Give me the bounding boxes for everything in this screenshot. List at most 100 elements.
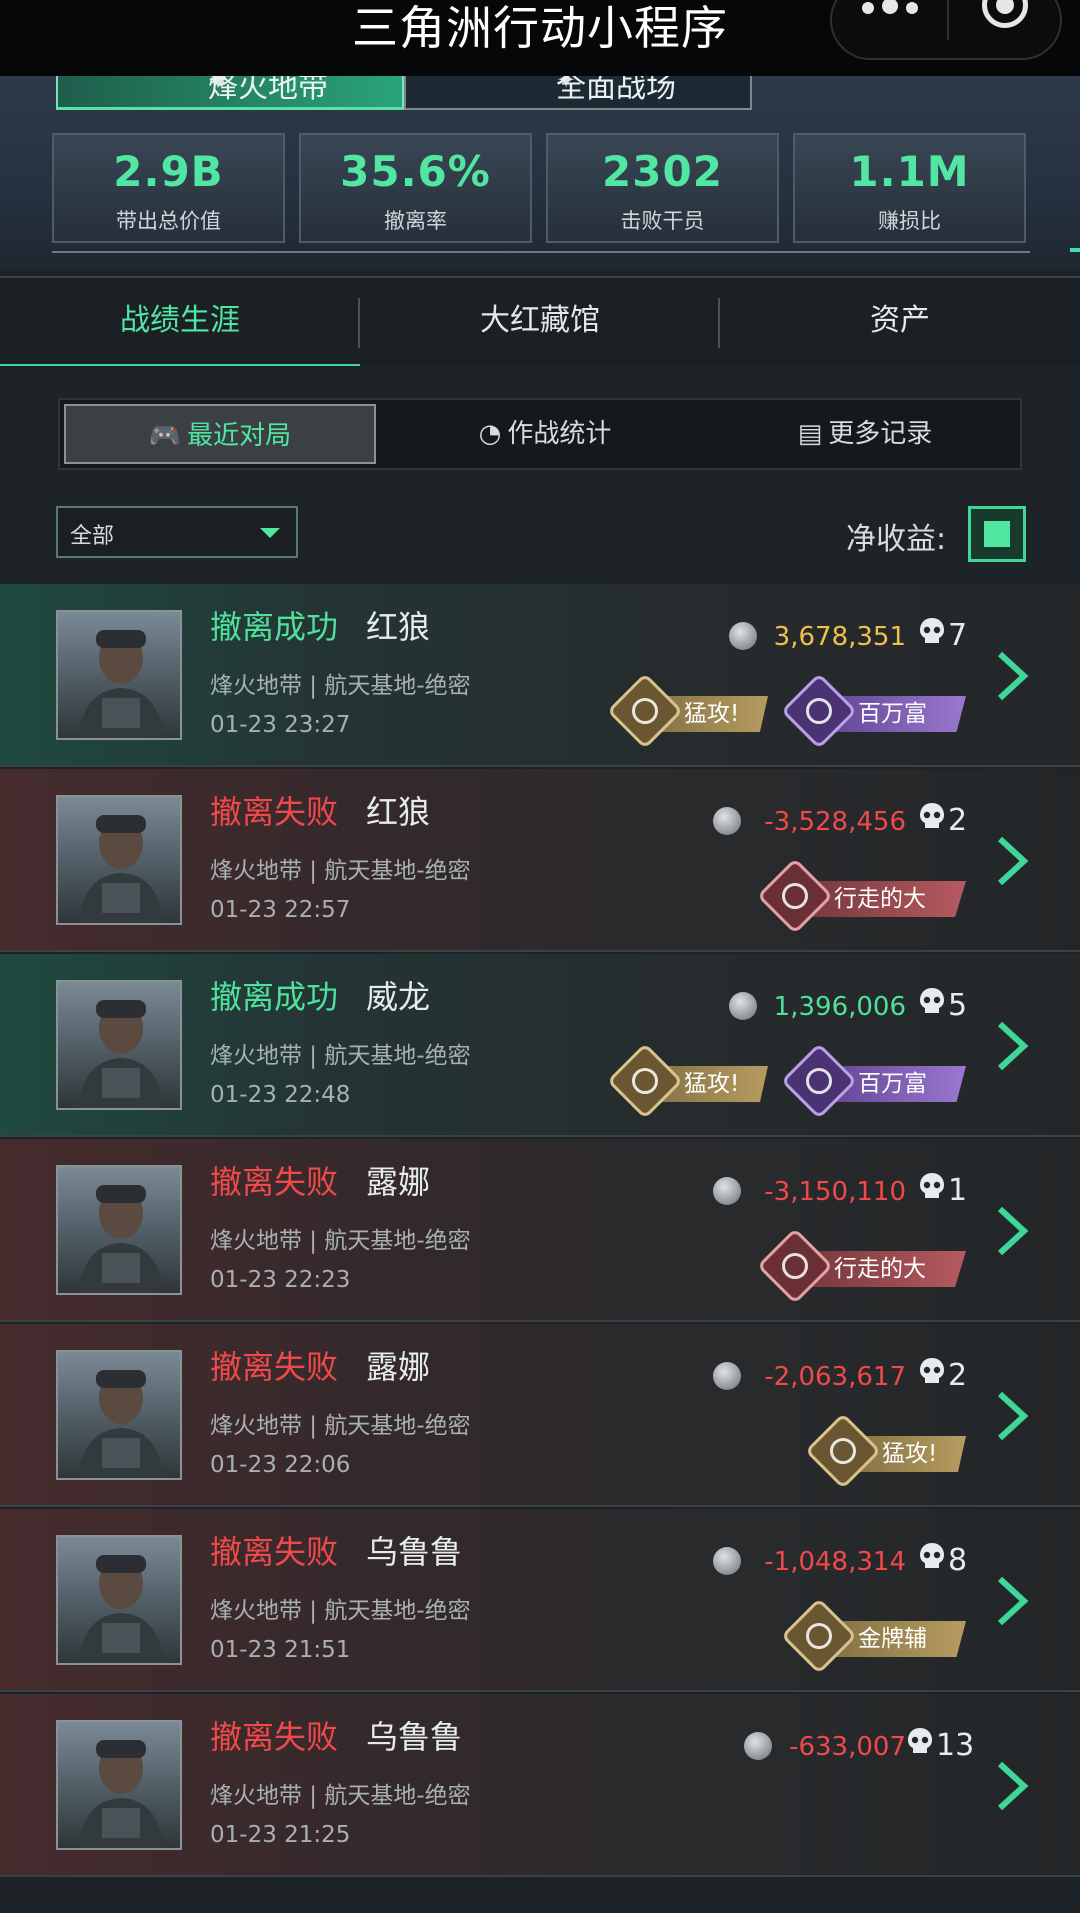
segment-recent-matches[interactable]: 🎮 最近对局 [64, 404, 376, 464]
net-profit-toggle[interactable] [968, 506, 1026, 562]
match-row[interactable]: 撤离成功 红狼 烽火地带 | 航天基地-绝密 01-23 23:27 3,678,351… [0, 584, 1080, 767]
kill-count: 13 [936, 1728, 975, 1763]
stat-kills: 2302 击败干员 [546, 133, 779, 243]
chevron-right-icon[interactable] [994, 1575, 1030, 1627]
extraction-status: 撤离失败 [210, 1163, 339, 1201]
operator-name: 红狼 [366, 793, 431, 831]
extraction-status: 撤离失败 [210, 1348, 339, 1386]
segment-more-records[interactable]: ▤ 更多记录 [710, 400, 1020, 468]
miniprogram-capsule [830, 0, 1062, 60]
coin-icon [713, 1362, 741, 1390]
match-profit: 1,396,006 [773, 992, 906, 1022]
match-filter-select[interactable]: 全部 [56, 506, 298, 558]
tab-assets[interactable]: 资产 [720, 278, 1080, 368]
match-row[interactable]: 撤离失败 露娜 烽火地带 | 航天基地-绝密 01-23 22:06 -2,063,61… [0, 1324, 1080, 1507]
badge-label: 行走的大红 [834, 1256, 926, 1318]
tab-career[interactable]: 战绩生涯 [0, 278, 360, 368]
match-row[interactable]: 撤离失败 露娜 烽火地带 | 航天基地-绝密 01-23 22:23 -3,150,11… [0, 1139, 1080, 1322]
segment-combat-stats[interactable]: ◔ 作战统计 [390, 400, 700, 468]
operator-portrait [78, 1370, 164, 1478]
record-segmented-control: 🎮 最近对局 ◔ 作战统计 ▤ 更多记录 [58, 398, 1022, 470]
operator-name: 露娜 [366, 1348, 431, 1386]
coin-icon [713, 807, 741, 835]
chevron-down-icon [260, 528, 280, 538]
match-row[interactable]: 撤离失败 红狼 烽火地带 | 航天基地-绝密 01-23 22:57 -3,528,45… [0, 769, 1080, 952]
badge-label: 猛攻! [882, 1441, 938, 1467]
segment-label: 最近对局 [187, 421, 292, 451]
match-profit: -1,048,314 [764, 1547, 906, 1577]
pie-chart-icon: ◔ [478, 419, 502, 449]
more-menu-icon[interactable] [862, 0, 982, 38]
tab-mode-warfare[interactable]: ✦ 全面战场 [404, 76, 752, 110]
operator-portrait [78, 630, 164, 738]
tab-label: 资产 [870, 303, 930, 338]
match-row[interactable]: 撤离成功 威龙烽火地带 | 航天基地-绝密 01-23 22:48 1,396,006… [0, 954, 1080, 1137]
operator-avatar [56, 1165, 182, 1295]
badge-label: 行走的大红 [834, 886, 926, 948]
skull-icon [920, 803, 944, 828]
operator-avatar [56, 1720, 182, 1850]
tab-mode-hazard[interactable]: ✹ 烽火地带 [56, 76, 404, 110]
extraction-status: 撤离成功 [210, 978, 339, 1016]
segment-label: 更多记录 [828, 419, 933, 449]
badge-label: 猛攻! [684, 1071, 740, 1097]
chevron-right-icon[interactable] [994, 1760, 1030, 1812]
coin-icon [744, 1732, 772, 1760]
match-map: 烽火地带 | 航天基地-绝密 [210, 1413, 471, 1439]
top-bar: 三角洲行动小程序 [0, 0, 1080, 76]
tab-label: 大红藏馆 [480, 303, 600, 338]
operator-portrait [78, 1000, 164, 1108]
chevron-right-icon[interactable] [994, 835, 1030, 887]
scroll-indicator [1070, 248, 1080, 252]
match-row[interactable]: 撤离失败 乌鲁鲁 烽火地带 | 航天基地-绝密 01-23 21:51 -1,048,3… [0, 1509, 1080, 1692]
coin-icon [713, 1177, 741, 1205]
tab-label: 全面战场 [556, 76, 676, 105]
chevron-right-icon[interactable] [994, 1390, 1030, 1442]
skull-icon [908, 1728, 932, 1753]
skull-icon [920, 1358, 944, 1383]
operator-name: 红狼 [366, 608, 431, 646]
stat-value: 1.1M [849, 147, 970, 196]
match-time: 01-23 22:23 [210, 1267, 351, 1293]
match-map: 烽火地带 | 航天基地-绝密 [210, 1598, 471, 1624]
match-row[interactable]: 撤离失败 乌鲁鲁 烽火地带 | 航天基地-绝密 01-23 21:25 -633,007… [0, 1694, 1080, 1877]
extraction-status: 撤离失败 [210, 1718, 339, 1756]
operator-name: 乌鲁鲁 [366, 1718, 463, 1756]
net-profit-label: 净收益: [846, 522, 947, 557]
chevron-right-icon[interactable] [994, 1205, 1030, 1257]
extraction-status: 撤离失败 [210, 1533, 339, 1571]
operator-name: 威龙 [366, 978, 431, 1016]
badge-emblem-icon [606, 1042, 684, 1120]
kill-count: 8 [948, 1543, 968, 1578]
match-profit: -3,528,456 [764, 807, 906, 837]
stats-grid: 2.9B 带出总价值 35.6% 撤离率 2302 击败干员 1.1M 赚损比 [52, 133, 1030, 243]
coin-icon [728, 992, 757, 1020]
close-miniprogram-icon[interactable] [982, 0, 1028, 28]
mode-tabs: ✹ 烽火地带 ✦ 全面战场 [56, 76, 752, 110]
operator-portrait [78, 815, 164, 923]
extraction-status: 撤离成功 [210, 608, 339, 646]
badge-label: 猛攻! [684, 701, 740, 727]
chevron-right-icon[interactable] [994, 1020, 1030, 1072]
operator-avatar [56, 610, 182, 740]
match-map: 烽火地带 | 航天基地-绝密 [210, 1043, 471, 1069]
match-time: 01-23 22:48 [210, 1082, 351, 1108]
badge-emblem-icon [606, 672, 684, 750]
stat-label: 撤离率 [384, 209, 447, 233]
stat-value: 35.6% [340, 147, 491, 196]
skull-icon [920, 988, 944, 1013]
chevron-right-icon[interactable] [994, 650, 1030, 702]
match-time: 01-23 22:57 [210, 897, 351, 923]
operator-avatar [56, 795, 182, 925]
operator-name: 露娜 [366, 1163, 431, 1201]
skull-icon [920, 1173, 944, 1198]
coin-icon [713, 1547, 741, 1575]
tab-red-collection[interactable]: 大红藏馆 [360, 278, 720, 368]
badge-emblem-icon [780, 672, 858, 750]
stat-total-value: 2.9B 带出总价值 [52, 133, 285, 243]
match-list: 撤离成功 红狼 烽火地带 | 航天基地-绝密 01-23 23:27 3,678,351… [0, 584, 1080, 1913]
operator-portrait [78, 1740, 164, 1848]
operator-avatar [56, 1535, 182, 1665]
stat-value: 2302 [602, 147, 723, 196]
match-map: 烽火地带 | 航天基地-绝密 [210, 673, 471, 699]
